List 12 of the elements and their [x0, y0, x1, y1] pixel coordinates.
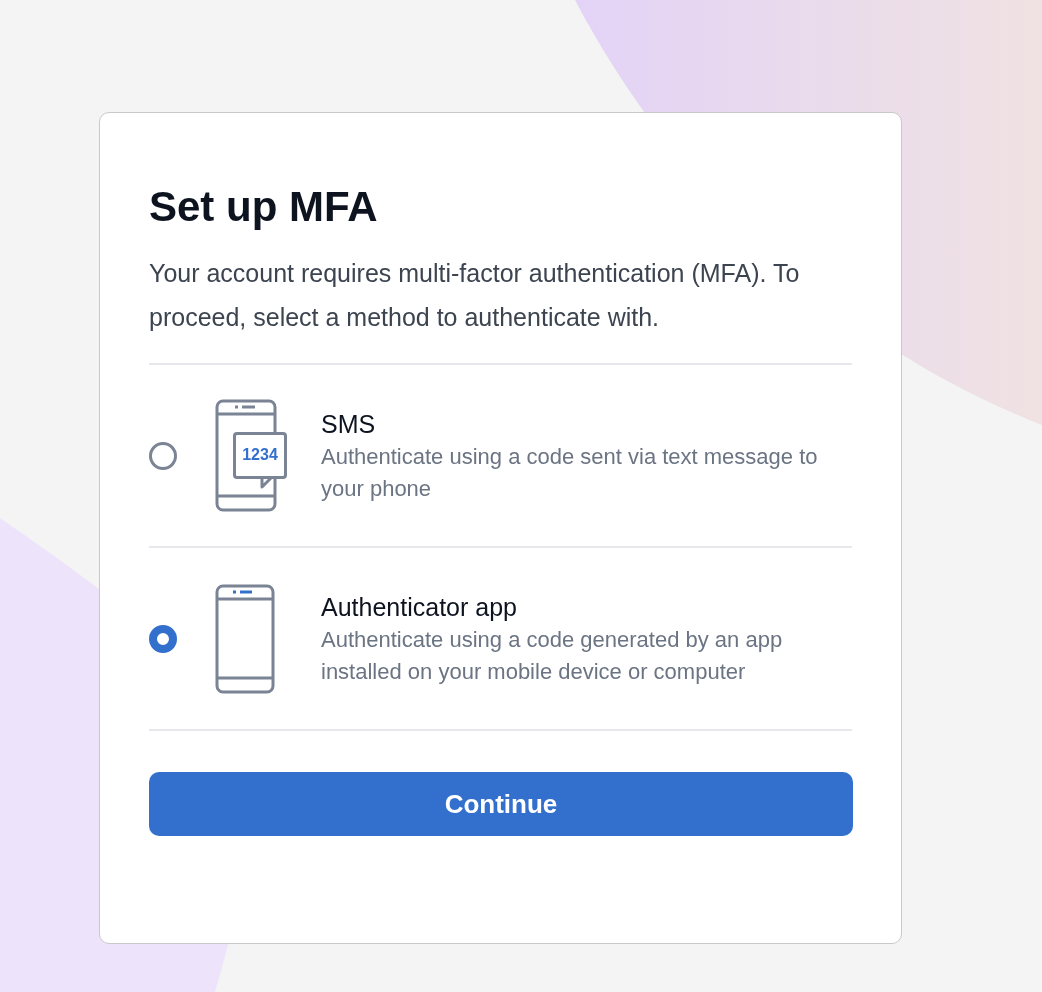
description-text: Your account requires multi-factor authentication (MFA). To proceed, select a method to authenticate with. — [149, 258, 801, 333]
radio-button[interactable] — [149, 441, 177, 470]
radio-button[interactable] — [149, 624, 177, 653]
option-title: SMS — [321, 408, 377, 440]
phone-icon — [215, 583, 275, 694]
option-description: Authenticate using a code generated by an app installed on your mobile device or computer — [321, 625, 784, 686]
continue-button[interactable]: Continue — [149, 772, 853, 836]
method-option[interactable]: 1234 SMS Authenticate using a code sent via text message to your phone — [149, 365, 852, 548]
option-description: Authenticate using a code sent via text message to your phone — [321, 442, 819, 503]
dialog-title: Set up MFA — [149, 183, 379, 231]
option-title: Authenticator app — [321, 591, 518, 623]
method-option[interactable]: Authenticator app Authenticate using a code generated by an app installed on your mobile device or computer — [149, 548, 852, 731]
